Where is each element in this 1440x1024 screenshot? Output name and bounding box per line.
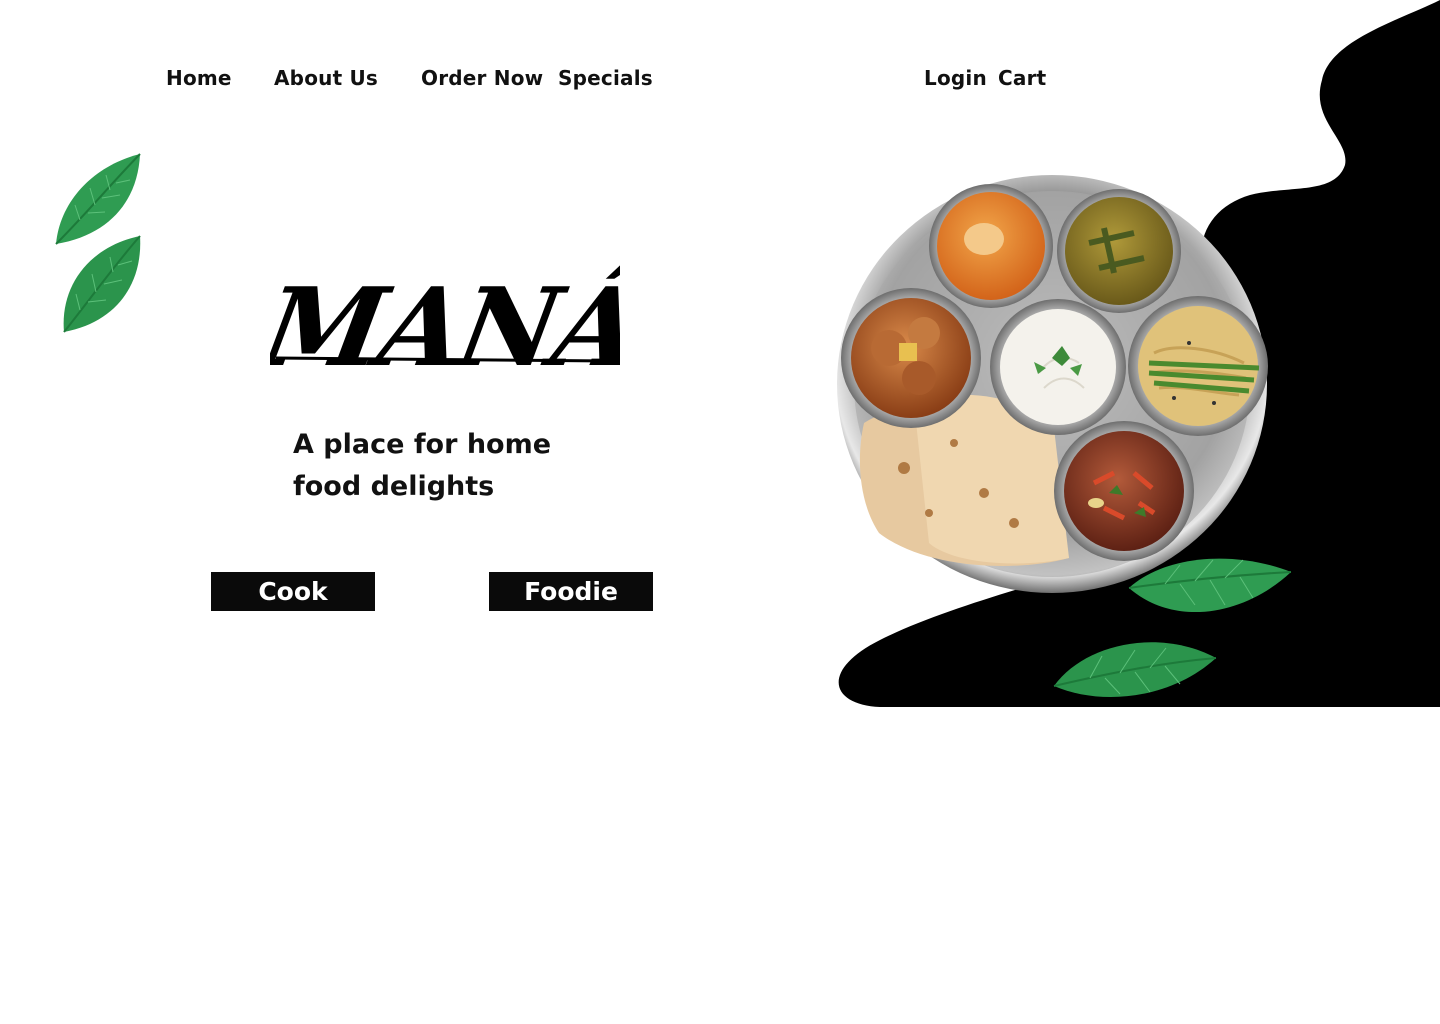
leaf-icon xyxy=(1128,558,1292,613)
leaf-icon xyxy=(1053,642,1217,698)
nav-about-link[interactable]: About Us xyxy=(274,66,378,90)
nav-home-link[interactable]: Home xyxy=(166,66,232,90)
logo-text: MANÁ xyxy=(270,264,620,391)
cook-button[interactable]: Cook xyxy=(211,572,375,611)
foodie-button[interactable]: Foodie xyxy=(489,572,653,611)
nav-order-link[interactable]: Order Now xyxy=(421,66,543,90)
hero-tagline: A place for home food delights xyxy=(293,429,552,502)
nav-specials-link[interactable]: Specials xyxy=(558,66,653,90)
leaf-icon xyxy=(63,235,141,333)
brand-logo: MANÁ xyxy=(270,264,620,391)
nav-cart-link[interactable]: Cart xyxy=(998,66,1046,90)
thali-plate-image xyxy=(837,175,1268,593)
nav-login-link[interactable]: Login xyxy=(924,66,987,90)
